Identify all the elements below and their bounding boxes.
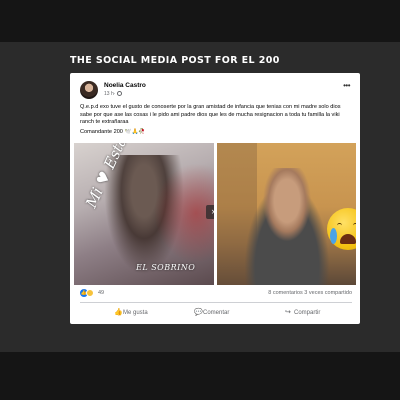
emoji-eye-right (353, 223, 356, 227)
more-dots-icon[interactable]: ••• (343, 81, 350, 90)
post-tagline: Comandante 200 (80, 129, 123, 136)
post-card: Noelia Castro 13 h· ••• Q.e.p.d exo tuve… (70, 73, 360, 324)
person-figure (237, 168, 337, 285)
sad-reaction-icon[interactable] (86, 289, 94, 297)
bottom-band (0, 352, 400, 400)
memorial-mark-text: EL SOBRINO (136, 263, 196, 272)
photo-right[interactable] (217, 143, 356, 285)
avatar[interactable] (80, 81, 98, 99)
post-header: Noelia Castro 13 h· ••• (80, 81, 352, 101)
like-button[interactable]: 👍Me gusta (114, 308, 148, 316)
photo-collage: Mi ♥ Esta De Luto EL SOBRINO › (74, 143, 356, 285)
red-glow (154, 163, 214, 263)
post-meta: 13 h· (104, 91, 123, 97)
comment-button[interactable]: 💬Comentar (194, 308, 229, 316)
post-tagline-row: Comandante 200 🕊️🙏🥀 (80, 129, 354, 137)
chevron-right-icon[interactable]: › (206, 205, 214, 219)
post-message: Q.e.p.d exo tuve el gusto de conoserte p… (80, 104, 341, 126)
post-time[interactable]: 13 h (104, 91, 114, 97)
share-arrow-icon: ↪ (285, 309, 291, 316)
reactions-bar: 👍 49 8 comentarios 3 veces compartido (80, 289, 352, 299)
comment-label: Comentar (203, 310, 230, 316)
like-label: Me gusta (123, 310, 148, 316)
speech-bubble-icon: 💬 (194, 309, 203, 316)
thumbs-up-icon: 👍 (114, 309, 123, 316)
action-divider (80, 302, 352, 303)
share-button[interactable]: ↪ Compartir (285, 308, 320, 316)
post-body: Q.e.p.d exo tuve el gusto de conoserte p… (80, 104, 354, 139)
share-label: Compartir (294, 310, 321, 316)
photo-left[interactable]: Mi ♥ Esta De Luto EL SOBRINO › (74, 143, 214, 285)
tagline-emoji: 🕊️🙏🥀 (124, 129, 146, 136)
globe-icon (117, 91, 123, 96)
author-name[interactable]: Noelia Castro (104, 82, 146, 89)
emoji-mouth (340, 234, 356, 244)
emoji-eye-left (337, 223, 342, 227)
post-actions: 👍Me gusta 💬Comentar ↪ Compartir (80, 306, 352, 320)
emoji-tear (330, 228, 337, 244)
comments-shares-count[interactable]: 8 comentarios 3 veces compartido (268, 290, 352, 296)
page-headline: THE SOCIAL MEDIA POST FOR EL 200 (70, 55, 280, 66)
top-band (0, 0, 400, 42)
reaction-count[interactable]: 49 (98, 290, 104, 296)
